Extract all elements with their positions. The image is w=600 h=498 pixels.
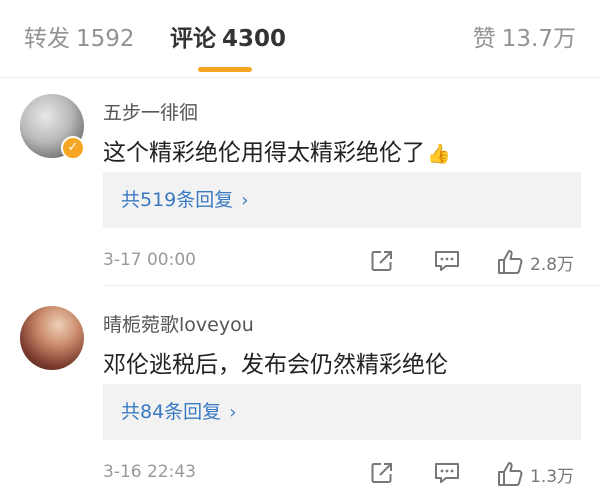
comment-text: 邓伦逃税后，发布会仍然精彩绝伦	[103, 345, 448, 379]
tab-likes[interactable]: 赞 13.7万	[473, 24, 576, 54]
tab-likes-count: 13.7万	[501, 26, 576, 52]
like-button[interactable]: 2.8万	[496, 248, 581, 276]
replies-count-label: 共84条回复	[121, 401, 222, 423]
tab-repost[interactable]: 转发 1592	[24, 24, 135, 54]
active-tab-indicator	[198, 67, 252, 72]
comment-text-body: 这个精彩绝伦用得太精彩绝伦了	[103, 140, 425, 166]
comment-username[interactable]: 五步一徘徊	[103, 98, 198, 125]
tab-comments[interactable]: 评论 4300	[170, 24, 286, 54]
comment-meta: 3-16 22:43 1.3万	[103, 460, 581, 488]
comment-text-body: 邓伦逃税后，发布会仍然精彩绝伦	[103, 352, 448, 378]
like-count: 2.8万	[530, 255, 575, 275]
comment-divider	[103, 285, 600, 286]
share-icon[interactable]	[369, 460, 395, 488]
comment-text: 这个精彩绝伦用得太精彩绝伦了 👍	[103, 133, 451, 167]
verified-check-icon: ✓	[61, 136, 85, 160]
tab-likes-label: 赞	[472, 26, 496, 52]
view-replies-button[interactable]: 共84条回复 ›	[103, 384, 581, 440]
tab-comments-label: 评论	[170, 26, 216, 52]
comment-timestamp: 3-16 22:43	[103, 462, 196, 482]
chevron-right-icon: ›	[229, 402, 237, 423]
chevron-right-icon: ›	[241, 190, 249, 211]
comment-icon[interactable]	[433, 460, 461, 488]
tab-repost-label: 转发	[24, 26, 70, 52]
comment-icon[interactable]	[433, 248, 461, 276]
comment-item: ✓ 五步一徘徊 这个精彩绝伦用得太精彩绝伦了 👍 共519条回复 › 3-17 00…	[0, 78, 600, 285]
like-button[interactable]: 1.3万	[496, 460, 581, 488]
view-replies-button[interactable]: 共519条回复 ›	[103, 172, 581, 228]
replies-count-label: 共519条回复	[121, 189, 234, 211]
avatar[interactable]	[20, 306, 84, 370]
comment-username[interactable]: 晴栀菀歌loveyou	[103, 310, 254, 337]
thumbs-up-icon	[498, 462, 523, 486]
comment-meta: 3-17 00:00 2.8万	[103, 248, 581, 276]
tab-comments-count: 4300	[222, 26, 287, 52]
like-count: 1.3万	[530, 467, 575, 487]
share-icon[interactable]	[369, 248, 395, 276]
tab-bar: 转发 1592 评论 4300 赞 13.7万	[0, 0, 600, 78]
tab-repost-count: 1592	[76, 26, 135, 52]
comment-item: 晴栀菀歌loveyou 邓伦逃税后，发布会仍然精彩绝伦 共84条回复 › 3-16…	[0, 290, 600, 498]
comment-timestamp: 3-17 00:00	[103, 250, 196, 270]
thumbs-up-emoji-icon: 👍	[427, 143, 451, 165]
thumbs-up-icon	[498, 250, 523, 274]
